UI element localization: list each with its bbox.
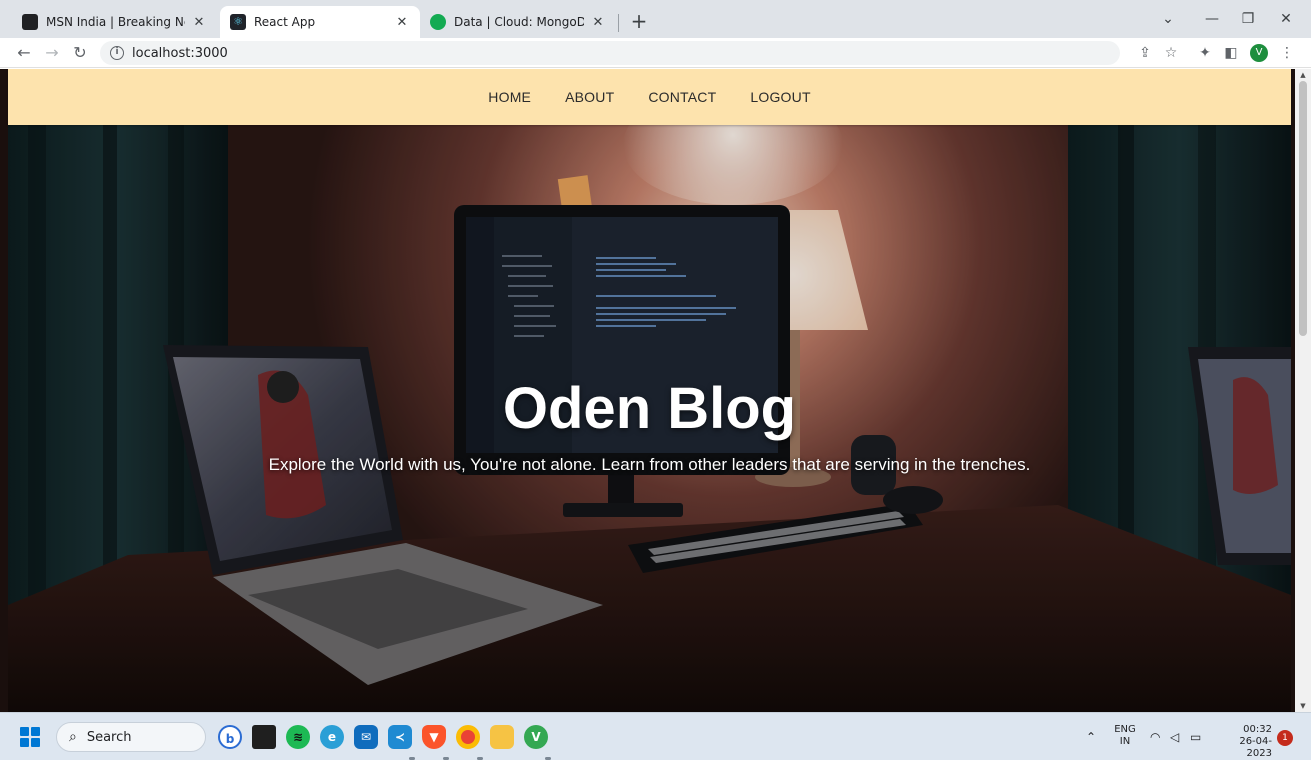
hero-title: Oden Blog: [502, 376, 797, 441]
forward-arrow-icon[interactable]: →: [40, 40, 64, 66]
url-text: localhost:3000: [132, 45, 228, 61]
chrome-profile-icon[interactable]: V: [524, 725, 548, 749]
windows-start-icon[interactable]: [20, 727, 40, 747]
wifi-icon[interactable]: ◠: [1150, 730, 1160, 744]
hero-subtitle: Explore the World with us, You're not al…: [268, 455, 1031, 474]
close-icon[interactable]: ✕: [394, 15, 410, 30]
notification-badge[interactable]: 1: [1277, 730, 1293, 746]
side-panel-icon[interactable]: ◧: [1220, 42, 1242, 64]
mail-icon[interactable]: ✉: [354, 725, 378, 749]
browser-tab-mongodb[interactable]: Data | Cloud: MongoDB Cloud ✕: [420, 6, 616, 38]
system-clock[interactable]: 00:32 26-04-2023: [1214, 724, 1272, 760]
tab-title: Data | Cloud: MongoDB Cloud: [454, 15, 584, 29]
taskbar-search[interactable]: ⌕ Search: [56, 722, 206, 752]
spotify-icon[interactable]: ≋: [286, 725, 310, 749]
reload-icon[interactable]: ↻: [68, 40, 92, 66]
language-indicator[interactable]: ENG IN: [1112, 724, 1138, 748]
region-code: IN: [1119, 736, 1131, 747]
clock-date: 26-04-2023: [1239, 736, 1272, 759]
more-menu-icon[interactable]: ⋮: [1276, 42, 1298, 64]
minimize-icon[interactable]: —: [1198, 6, 1226, 32]
back-arrow-icon[interactable]: ←: [12, 40, 36, 66]
msn-icon: [22, 14, 38, 30]
tab-search-icon[interactable]: ⌄: [1154, 6, 1182, 32]
browser-toolbar: ← → ↻ i localhost:3000 ⇪ ☆ ✦ ◧ V ⋮: [0, 38, 1311, 68]
scroll-down-icon[interactable]: ▼: [1299, 702, 1307, 710]
browser-tab-react-app[interactable]: ⚛ React App ✕: [220, 6, 420, 38]
speaker-icon[interactable]: ◁: [1170, 730, 1179, 744]
nav-link-home[interactable]: HOME: [488, 89, 531, 105]
page-viewport: HOME ABOUT CONTACT LOGOUT Oden Blog Expl…: [0, 69, 1311, 712]
profile-avatar[interactable]: V: [1250, 44, 1268, 62]
windows-taskbar: ⌕ Search b ≋ e ✉ ≺ ▼ V ⌃ ENG IN ◠ ◁ ▭ 00…: [0, 712, 1311, 760]
bookmark-star-icon[interactable]: ☆: [1160, 42, 1182, 64]
scrollbar-thumb[interactable]: [1299, 81, 1307, 336]
extensions-icon[interactable]: ✦: [1194, 42, 1216, 64]
search-icon: ⌕: [69, 729, 77, 745]
new-tab-icon[interactable]: +: [626, 8, 652, 34]
page-scrollbar[interactable]: ▲ ▼: [1295, 69, 1311, 712]
mongodb-icon: [430, 14, 446, 30]
battery-icon[interactable]: ▭: [1190, 730, 1201, 744]
nav-link-about[interactable]: ABOUT: [565, 89, 614, 105]
scroll-up-icon[interactable]: ▲: [1299, 71, 1307, 79]
tab-title: MSN India | Breaking News, Ente: [46, 15, 185, 29]
restore-icon[interactable]: ❐: [1234, 6, 1262, 32]
taskbar-search-label: Search: [86, 729, 132, 745]
clock-time: 00:32: [1243, 724, 1272, 735]
site-navbar: HOME ABOUT CONTACT LOGOUT: [8, 69, 1291, 125]
chevron-up-icon[interactable]: ⌃: [1086, 730, 1096, 744]
close-icon[interactable]: ✕: [191, 15, 207, 30]
nav-link-contact[interactable]: CONTACT: [648, 89, 716, 105]
address-bar[interactable]: i localhost:3000: [100, 41, 1120, 65]
site-info-icon[interactable]: i: [110, 46, 124, 60]
brave-icon[interactable]: ▼: [422, 725, 446, 749]
edge-icon[interactable]: e: [320, 725, 344, 749]
browser-tab-msn[interactable]: MSN India | Breaking News, Ente ✕: [12, 6, 217, 38]
tab-title: React App: [254, 15, 316, 29]
close-window-icon[interactable]: ✕: [1272, 6, 1300, 32]
terminal-icon[interactable]: [252, 725, 276, 749]
file-explorer-icon[interactable]: [490, 725, 514, 749]
chrome-icon[interactable]: [456, 725, 480, 749]
browser-tab-strip: MSN India | Breaking News, Ente ✕ ⚛ Reac…: [0, 0, 1311, 38]
tab-divider: [618, 14, 619, 32]
language-code: ENG: [1114, 724, 1136, 735]
close-icon[interactable]: ✕: [590, 15, 606, 30]
react-icon: ⚛: [230, 14, 246, 30]
vscode-icon[interactable]: ≺: [388, 725, 412, 749]
nav-link-logout[interactable]: LOGOUT: [750, 89, 810, 105]
share-icon[interactable]: ⇪: [1134, 42, 1156, 64]
bing-icon[interactable]: b: [218, 725, 242, 749]
hero-section: Oden Blog Explore the World with us, You…: [8, 125, 1291, 712]
